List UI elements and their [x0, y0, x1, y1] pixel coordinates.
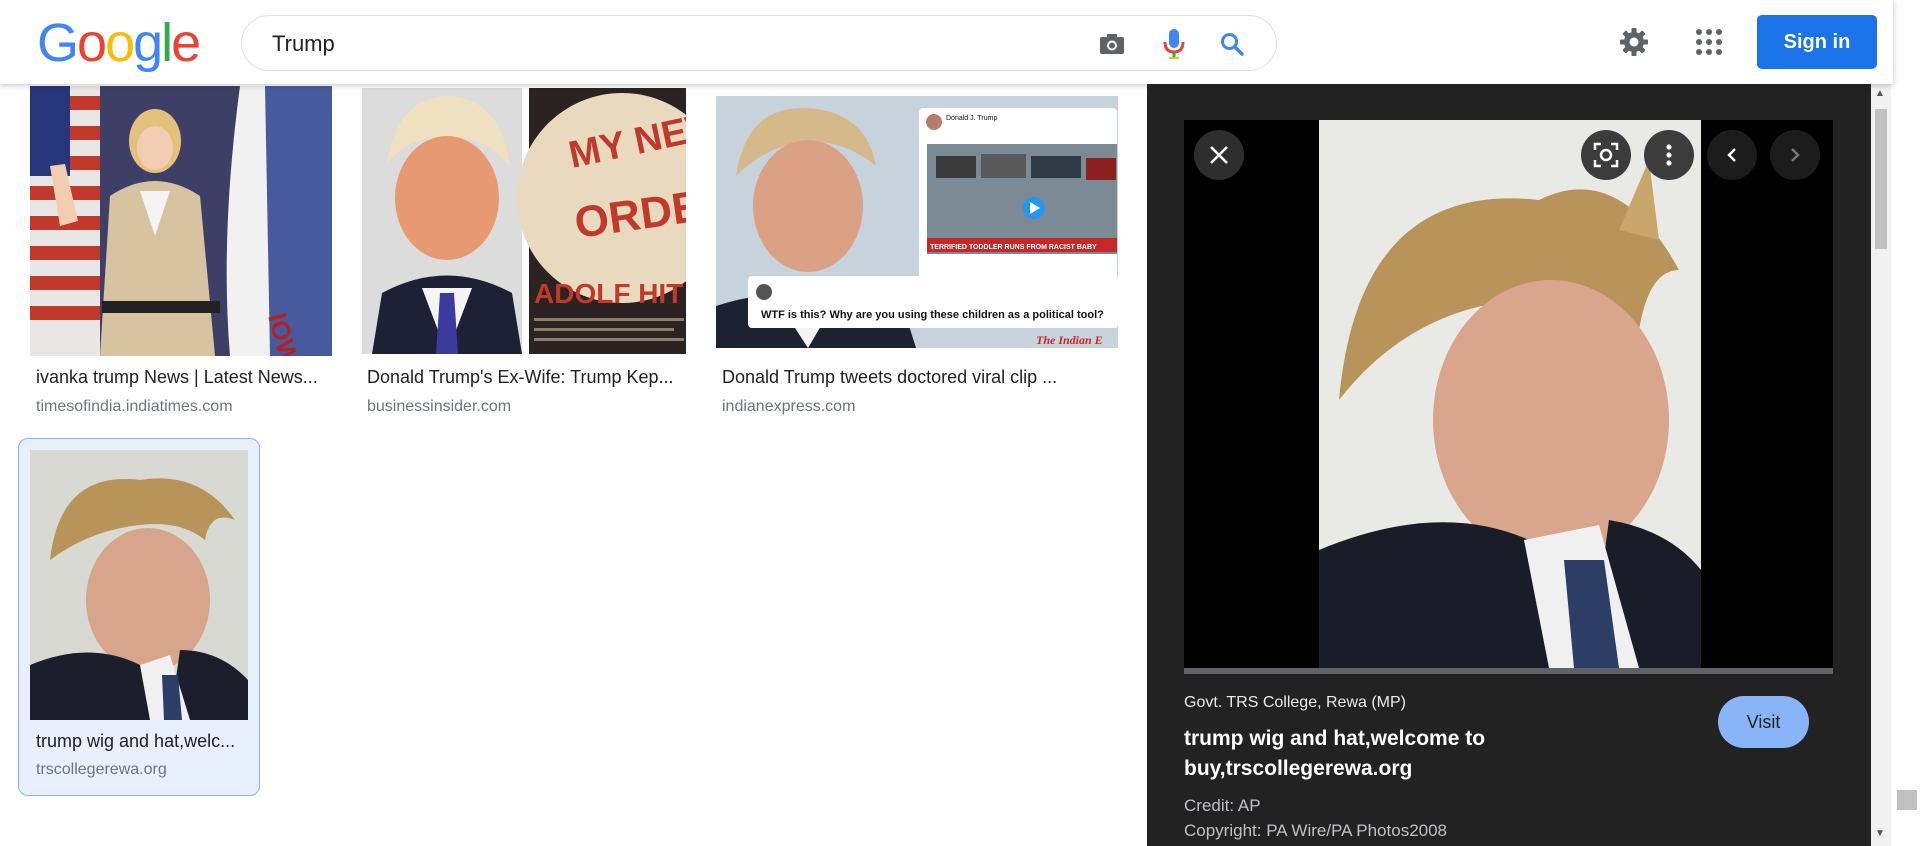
image-preview-panel: Govt. TRS College, Rewa (MP) trump wig a… — [1147, 84, 1871, 846]
lens-search-icon[interactable] — [1581, 130, 1631, 180]
more-options-icon[interactable] — [1644, 130, 1694, 180]
image-result-card[interactable]: MY NEW ORDER ADOLF HIT Donald Trump's Ex… — [352, 84, 692, 420]
logo-letter: o — [105, 13, 135, 73]
tweet-headline: TERRIFIED TODDLER RUNS FROM RACIST BABY — [930, 244, 1097, 251]
settings-gear-icon[interactable] — [1616, 24, 1652, 60]
image-result-card-selected[interactable]: trump wig and hat,welc... trscollegerewa… — [18, 438, 260, 796]
result-title[interactable]: Donald Trump tweets doctored viral clip … — [722, 367, 1122, 388]
reply-card: WTF is this? Why are you using these chi… — [748, 276, 1118, 328]
iowa-flag-graphic: IOWA — [226, 86, 332, 356]
camera-icon[interactable] — [1098, 30, 1126, 58]
close-icon[interactable] — [1194, 130, 1244, 180]
image-result-card[interactable]: Donald J. Trump TERRIFIED TODDLER RUNS F… — [708, 84, 1128, 420]
logo-letter: o — [77, 13, 107, 73]
result-title[interactable]: Donald Trump's Ex-Wife: Trump Kep... — [367, 367, 687, 388]
result-source[interactable]: timesofindia.indiatimes.com — [36, 398, 233, 416]
previous-arrow-icon[interactable] — [1707, 130, 1757, 180]
logo-letter: l — [161, 13, 173, 73]
result-thumbnail[interactable]: Donald J. Trump TERRIFIED TODDLER RUNS F… — [716, 96, 1118, 348]
search-box — [241, 15, 1277, 71]
tweet-author: Donald J. Trump — [946, 115, 997, 122]
tweet-card: Donald J. Trump TERRIFIED TODDLER RUNS F… — [919, 108, 1117, 298]
search-icon[interactable] — [1218, 30, 1246, 58]
tweet-reply: WTF is this? Why are you using these chi… — [761, 309, 1104, 321]
mic-icon[interactable] — [1160, 29, 1188, 59]
logo-letter: e — [171, 13, 201, 73]
watermark: The Indian E — [1036, 333, 1103, 347]
header: Google Sign in — [0, 0, 1893, 84]
result-title[interactable]: ivanka trump News | Latest News... — [36, 367, 336, 388]
visit-button[interactable]: Visit — [1718, 696, 1809, 748]
result-thumbnail[interactable]: MY NEW ORDER ADOLF HIT — [362, 88, 686, 354]
sign-in-button[interactable]: Sign in — [1757, 15, 1877, 69]
result-source[interactable]: trscollegerewa.org — [36, 761, 167, 779]
panel-source[interactable]: Govt. TRS College, Rewa (MP) — [1184, 694, 1406, 712]
book-cover: MY NEW ORDER ADOLF HIT — [517, 93, 686, 341]
next-arrow-icon[interactable] — [1770, 130, 1820, 180]
scroll-down-arrow-icon[interactable]: ▼ — [1875, 828, 1885, 839]
scroll-up-arrow-icon[interactable]: ▲ — [1875, 88, 1885, 99]
image-result-card[interactable]: IOWA ivanka trump News | Latest News... … — [18, 84, 336, 420]
result-thumbnail[interactable] — [30, 450, 248, 720]
scrollbar-thumb[interactable] — [1875, 109, 1887, 249]
book-author: ADOLF HIT — [534, 278, 683, 309]
panel-credit: Credit: AP — [1184, 796, 1261, 815]
result-source[interactable]: indianexpress.com — [722, 398, 855, 416]
search-input[interactable] — [270, 28, 1074, 60]
panel-title[interactable]: trump wig and hat,welcome to buy,trscoll… — [1184, 724, 1564, 784]
result-source[interactable]: businessinsider.com — [367, 398, 511, 416]
preview-image[interactable] — [1319, 120, 1701, 668]
panel-copyright: Copyright: PA Wire/PA Photos2008 — [1184, 821, 1448, 840]
panel-scrollbar[interactable]: ▲ ▼ — [1871, 84, 1891, 846]
apps-grid-icon[interactable] — [1691, 24, 1727, 60]
logo-letter: g — [133, 13, 163, 73]
preview-area — [1184, 120, 1833, 674]
logo-letter: G — [37, 13, 79, 73]
preview-loading-bar — [1184, 668, 1833, 674]
google-logo[interactable]: Google — [37, 13, 201, 73]
window-scroll-thumb[interactable] — [1897, 790, 1917, 810]
result-title[interactable]: trump wig and hat,welc... — [36, 731, 246, 752]
result-thumbnail[interactable]: IOWA — [30, 86, 332, 356]
